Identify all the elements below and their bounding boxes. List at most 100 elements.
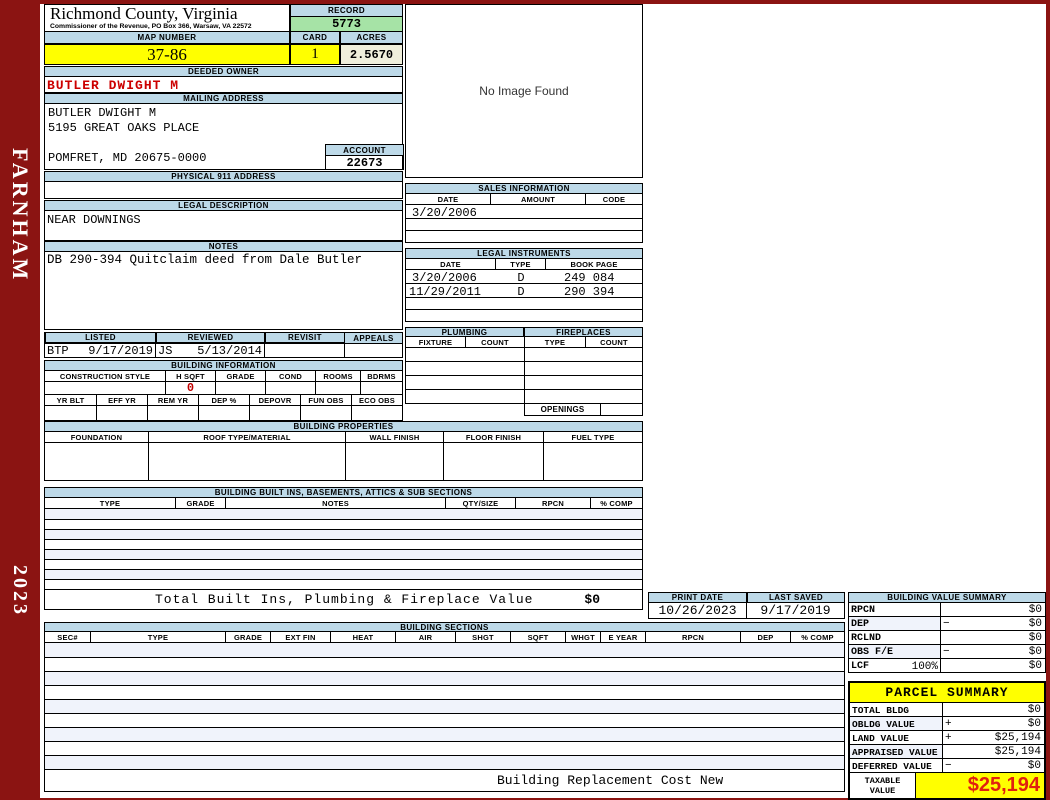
legal-description-label: LEGAL DESCRIPTION	[44, 200, 403, 211]
yr-blt-label: YR BLT	[45, 395, 97, 405]
construction-style-value	[45, 382, 166, 394]
bvs-row-value: $0	[1028, 645, 1042, 658]
legal-instruments: LEGAL INSTRUMENTS DATE TYPE BOOK PAGE 3/…	[405, 248, 643, 322]
table-row	[45, 727, 844, 741]
revisit-label: REVISIT	[265, 333, 345, 343]
listed-label: LISTED	[45, 333, 156, 343]
bi-qty-label: QTY/SIZE	[446, 498, 516, 508]
ps-row: LAND VALUE + $25,194	[850, 731, 1044, 745]
notes-box: DB 290-394 Quitclaim deed from Dale Butl…	[44, 252, 403, 330]
fireplace-type-label: TYPE	[525, 337, 586, 347]
building-information: BUILDING INFORMATION CONSTRUCTION STYLE …	[44, 360, 403, 421]
table-row	[45, 519, 642, 529]
rooms-value	[316, 382, 361, 394]
bvs-row-label: DEP	[849, 617, 941, 630]
li-bookpage-value: 249 084	[564, 271, 615, 285]
bs-sqft-label: SQFT	[511, 632, 566, 642]
floor-finish-label: FLOOR FINISH	[444, 432, 544, 442]
parcel-summary-title: PARCEL SUMMARY	[850, 683, 1044, 703]
li-date-label: DATE	[406, 259, 496, 269]
legal-instrument-row: 11/29/2011 D 290 394	[405, 284, 643, 299]
bvs-row: RPCN $0	[848, 603, 1046, 617]
print-date-value: 10/26/2023	[649, 603, 747, 618]
floor-finish-value	[444, 443, 544, 480]
table-row	[45, 741, 844, 755]
plumbing-count-label: COUNT	[466, 337, 525, 347]
record-value: 5773	[290, 17, 403, 32]
plumbing-row	[405, 376, 643, 390]
mailing-line-1: BUTLER DWIGHT M	[48, 106, 157, 120]
mailing-line-3: POMFRET, MD 20675-0000	[48, 151, 207, 165]
bvs-lcf-pct: 100%	[911, 661, 938, 672]
sales-code-label: CODE	[586, 194, 642, 204]
bvs-row: OBS F/E − $0	[848, 645, 1046, 659]
li-date-value: 3/20/2006	[412, 271, 477, 285]
yr-blt-value	[45, 406, 97, 420]
sales-date-value: 3/20/2006	[412, 206, 477, 220]
bi-rpcn-label: RPCN	[516, 498, 591, 508]
print-info: PRINT DATE LAST SAVED 10/26/2023 9/17/20…	[648, 592, 845, 619]
review-table: LISTED REVIEWED REVISIT APPEALS BTP 9/17/…	[44, 332, 403, 358]
plumbing-title: PLUMBING	[405, 327, 524, 337]
bi-type-label: TYPE	[45, 498, 176, 508]
banner-region-label: FARNHAM	[8, 148, 33, 283]
bs-shgt-label: SHGT	[456, 632, 511, 642]
ps-row-label: DEFERRED VALUE	[850, 759, 943, 772]
county-title: Richmond County, Virginia	[50, 4, 238, 23]
built-ins: BUILDING BUILT INS, BASEMENTS, ATTICS & …	[44, 487, 643, 610]
bvs-row: DEP − $0	[848, 617, 1046, 631]
bdrms-value	[361, 382, 402, 394]
plumbing-row	[405, 362, 643, 376]
appeals-label: APPEALS	[345, 333, 402, 343]
bvs-row-value: $0	[1028, 603, 1042, 616]
grade-value	[216, 382, 266, 394]
sales-date-label: DATE	[406, 194, 491, 204]
eff-yr-label: EFF YR	[97, 395, 148, 405]
bvs-op: −	[943, 617, 950, 630]
bs-comp-label: % COMP	[791, 632, 844, 642]
bvs-row-value: $0	[1028, 631, 1042, 644]
fuel-type-label: FUEL TYPE	[544, 432, 642, 442]
table-row	[45, 529, 642, 539]
notes-label: NOTES	[44, 241, 403, 252]
reviewed-value: JS 5/13/2014	[156, 344, 265, 357]
bs-air-label: AIR	[396, 632, 456, 642]
table-row	[45, 755, 844, 769]
ps-row-label: TOTAL BLDG VALUE	[850, 703, 943, 727]
no-image-text: No Image Found	[479, 84, 569, 98]
building-properties-title: BUILDING PROPERTIES	[44, 421, 643, 432]
ps-op: −	[945, 759, 952, 772]
table-row	[45, 643, 844, 657]
building-sections-title: BUILDING SECTIONS	[44, 622, 845, 632]
cond-value	[266, 382, 316, 394]
sales-row-empty	[405, 219, 643, 231]
plumbing-row	[405, 390, 643, 404]
legal-instrument-row: 3/20/2006 D 249 084	[405, 270, 643, 285]
fun-obs-value	[301, 406, 352, 420]
deeded-owner-label: DEEDED OWNER	[44, 66, 403, 77]
ps-row-value: $0	[1027, 717, 1041, 730]
bvs-row-label: LCF	[851, 661, 870, 672]
wall-finish-label: WALL FINISH	[346, 432, 444, 442]
listed-by: BTP	[47, 344, 69, 357]
h-sqft-label: H SQFT	[166, 371, 216, 381]
bvs-row-value: $0	[1028, 659, 1042, 672]
li-type-label: TYPE	[496, 259, 546, 269]
li-date-value: 11/29/2011	[409, 285, 482, 299]
ps-row: OBLDG VALUE + $0	[850, 717, 1044, 731]
plumbing-fireplaces: PLUMBING FIREPLACES FIXTURE COUNT TYPE C…	[405, 327, 643, 416]
bvs-row-value: $0	[1028, 617, 1042, 630]
plumbing-row	[405, 348, 643, 362]
sales-row: 3/20/2006	[405, 205, 643, 220]
openings-value	[601, 404, 643, 416]
notes-value: DB 290-394 Quitclaim deed from Dale Butl…	[47, 253, 363, 267]
bs-dep-label: DEP	[741, 632, 791, 642]
listed-value: BTP 9/17/2019	[45, 344, 156, 357]
bvs-row-label: RPCN	[849, 603, 941, 616]
built-ins-title: BUILDING BUILT INS, BASEMENTS, ATTICS & …	[44, 487, 643, 498]
appeals-value	[345, 344, 402, 357]
bs-sec-label: SEC#	[45, 632, 91, 642]
table-row	[45, 509, 642, 519]
fun-obs-label: FUN OBS	[301, 395, 352, 405]
fireplace-count-label: COUNT	[586, 337, 642, 347]
